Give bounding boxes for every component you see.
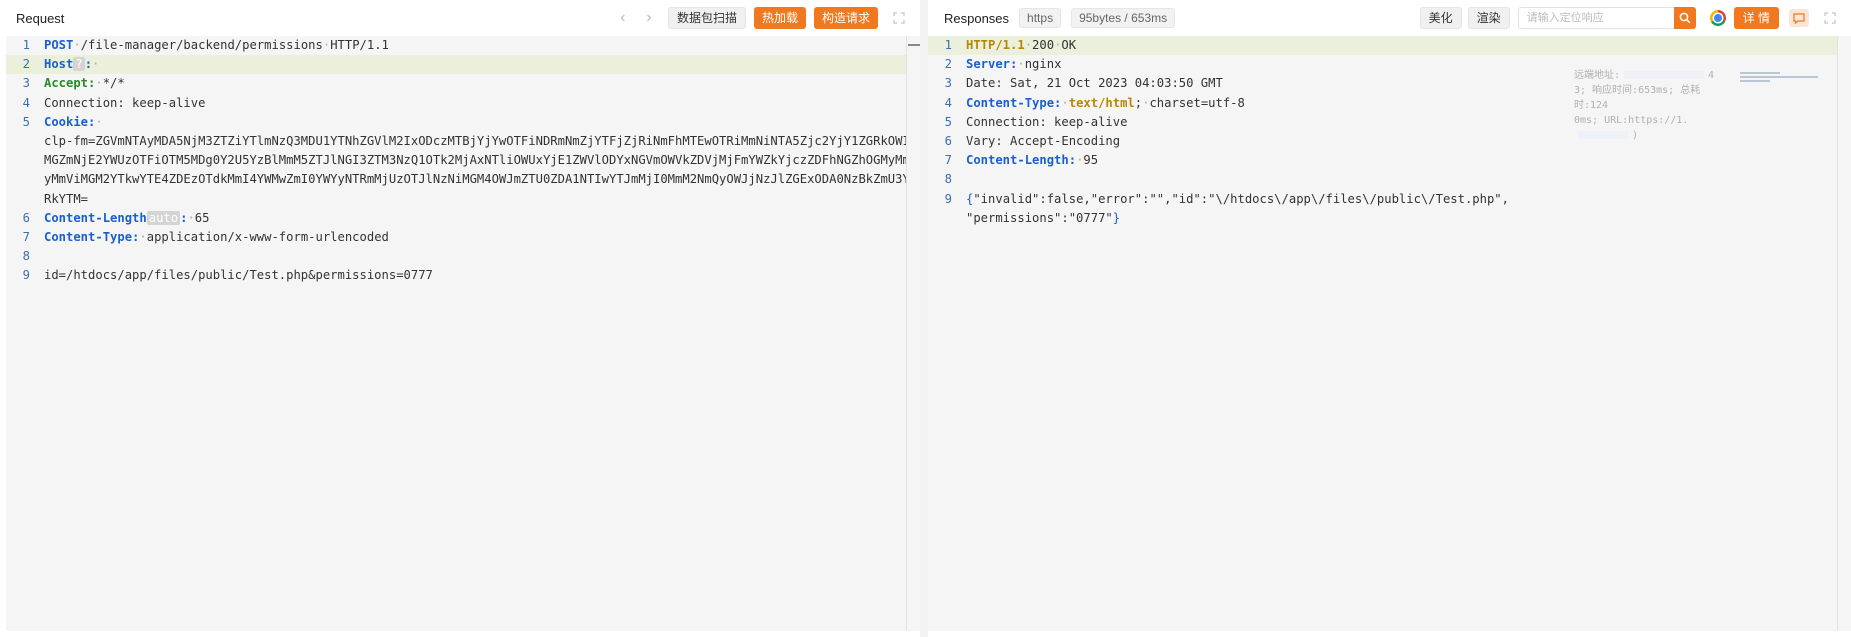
hot-load-button[interactable]: 热加载 xyxy=(753,7,806,29)
pane-divider[interactable] xyxy=(920,0,928,637)
code-line: 7 Content-Type:·application/x-www-form-u… xyxy=(22,230,389,245)
response-search xyxy=(1517,7,1696,29)
response-pane: Responses https 95bytes / 653ms 美化 渲染 详 … xyxy=(928,0,1851,637)
http-version: HTTP/1.1 xyxy=(330,38,389,52)
cookie-value: clp-fm=ZGVmNTAyMDA5NjM3ZTZiYTlmNzQ3MDU1Y… xyxy=(44,134,918,206)
request-toolbar: Request ‹ › 数据包扫描 热加载 构造请求 xyxy=(0,0,920,36)
remote-info-overlay: 远端地址: 4 3; 响应时间:653ms; 总耗时:124 0ms; URL:h… xyxy=(1574,70,1715,141)
http-version: HTTP/1.1 xyxy=(966,38,1025,52)
request-pane: Request ‹ › 数据包扫描 热加载 构造请求 1 POST·/file-… xyxy=(0,0,920,637)
packet-scan-button[interactable]: 数据包扫描 xyxy=(667,7,746,29)
beautify-button[interactable]: 美化 xyxy=(1419,7,1462,29)
minimap[interactable] xyxy=(1740,72,1820,92)
header-key: Content-Length xyxy=(44,210,147,225)
code-line: 8 xyxy=(22,249,30,264)
request-editor[interactable]: 1 POST·/file-manager/backend/permissions… xyxy=(6,36,920,631)
expand-icon[interactable] xyxy=(888,7,910,29)
response-title: Responses xyxy=(944,10,1010,26)
size-time-tag: 95bytes / 653ms xyxy=(1071,8,1176,28)
http-method: POST xyxy=(44,38,74,52)
response-body-cont: "permissions":"0777" xyxy=(966,210,1113,225)
response-body: "invalid":false,"error":"","id":"\/htdoc… xyxy=(973,191,1509,206)
header-key: Content-Type: xyxy=(44,230,140,245)
header-key: Cookie: xyxy=(44,114,96,129)
header-key: Content-Type: xyxy=(966,95,1062,110)
render-button[interactable]: 渲染 xyxy=(1467,7,1510,29)
header-chip[interactable]: ? xyxy=(73,57,85,72)
code-line: 9 id=/htdocs/app/files/public/Test.php&p… xyxy=(6,266,919,285)
response-scrollbar[interactable] xyxy=(1837,36,1851,631)
scheme-tag: https xyxy=(1019,8,1062,28)
response-search-input[interactable] xyxy=(1517,7,1674,29)
header-value: nginx xyxy=(1024,57,1062,72)
comment-icon[interactable] xyxy=(1789,9,1809,27)
request-scrollbar[interactable] xyxy=(906,36,920,631)
request-body: id=/htdocs/app/files/public/Test.php&per… xyxy=(44,268,433,283)
code-line: 7 Content-Length:·95 xyxy=(944,153,1099,168)
code-line: 8 xyxy=(944,172,952,187)
auto-chip[interactable]: auto xyxy=(146,210,181,225)
code-line: 6 Content-Length auto:·65 xyxy=(22,210,210,225)
status-reason: OK xyxy=(1061,38,1077,52)
header-key: Content-Length: xyxy=(966,153,1077,168)
code-line: 1 HTTP/1.1·200·OK xyxy=(928,36,1844,56)
status-code: 200 xyxy=(1032,38,1055,52)
code-line: 2 Host?:· xyxy=(6,55,919,75)
header-key: Host xyxy=(44,57,74,72)
request-title: Request xyxy=(16,10,65,26)
response-editor[interactable]: 1 HTTP/1.1·200·OK 2 Server:·nginx 3 Date… xyxy=(928,36,1845,631)
code-line: 5 Cookie:· xyxy=(22,114,103,129)
prev-arrow-icon[interactable]: ‹ xyxy=(610,9,636,27)
request-path: /file-manager/backend/permissions xyxy=(80,38,323,52)
build-request-button[interactable]: 构造请求 xyxy=(813,7,878,29)
code-line-wrapped: "permissions":"0777"} xyxy=(966,210,1121,225)
code-line: 4 Connection: keep-alive xyxy=(6,94,919,113)
chrome-icon[interactable] xyxy=(1709,10,1726,26)
search-icon[interactable] xyxy=(1673,7,1696,29)
header-key: Server: xyxy=(966,57,1018,72)
header-value: 95 xyxy=(1083,153,1099,168)
code-line: 9 {"invalid":false,"error":"","id":"\/ht… xyxy=(944,191,1509,206)
code-line-wrapped: clp-fm=ZGVmNTAyMDA5NjM3ZTZiYTlmNzQ3MDU1Y… xyxy=(6,132,919,209)
header-key: Accept: xyxy=(44,76,96,91)
next-arrow-icon[interactable]: › xyxy=(636,9,662,27)
detail-button[interactable]: 详 情 xyxy=(1733,7,1779,29)
response-toolbar: Responses https 95bytes / 653ms 美化 渲染 详 … xyxy=(928,0,1851,36)
header-value: */* xyxy=(102,76,125,91)
code-line: 3 Accept:·*/* xyxy=(22,76,125,91)
code-line: 1 POST·/file-manager/backend/permissions… xyxy=(22,38,389,52)
mime-type: text/html xyxy=(1068,95,1135,110)
header-value: application/x-www-form-urlencoded xyxy=(146,230,389,245)
expand-icon[interactable] xyxy=(1819,7,1841,29)
header-value: 65 xyxy=(194,210,210,225)
header-value: charset=utf-8 xyxy=(1149,95,1245,110)
header-text: Connection: keep-alive xyxy=(44,95,206,110)
